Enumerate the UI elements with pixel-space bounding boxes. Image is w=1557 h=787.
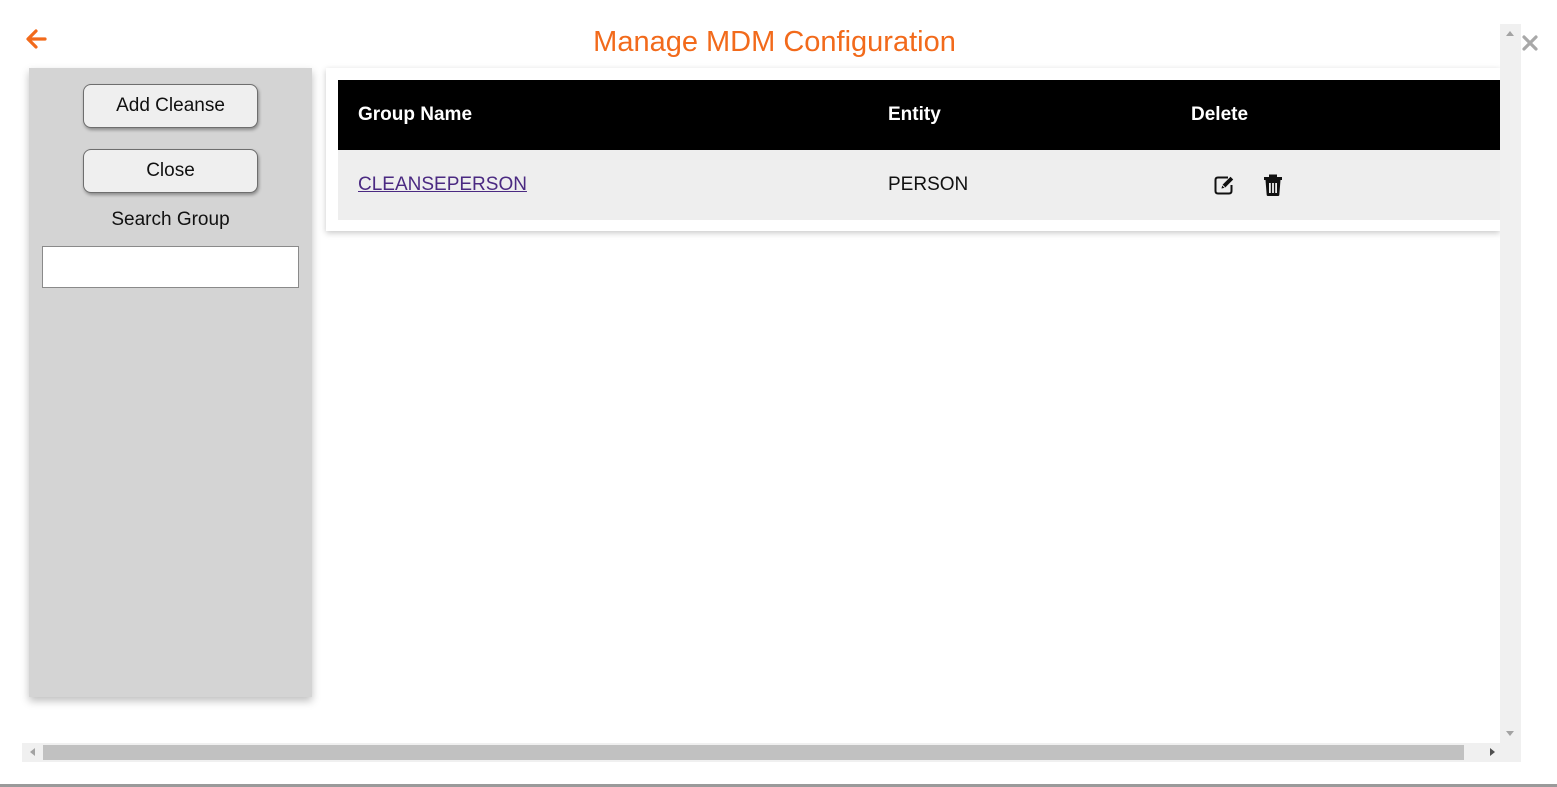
group-table-card: Group Name Entity Delete CLEANSEPERSON P… [326,68,1500,231]
close-icon[interactable] [1521,34,1539,52]
column-header-entity: Entity [888,104,941,125]
search-group-label: Search Group [111,209,230,230]
column-header-group-name: Group Name [358,104,473,125]
scroll-left-arrow-icon[interactable] [30,748,35,756]
close-button[interactable]: Close [83,149,258,193]
column-header-delete: Delete [1191,104,1249,125]
search-group-input[interactable] [42,246,299,288]
sidebar-panel: Add Cleanse Close Search Group [29,68,312,697]
scroll-right-arrow-icon[interactable] [1490,748,1495,756]
page: Manage MDM Configuration Add Cleanse Clo… [0,0,1557,787]
page-title: Manage MDM Configuration [593,26,956,58]
horizontal-scrollbar[interactable] [22,743,1521,762]
group-name-link[interactable]: CLEANSEPERSON [358,150,527,220]
edit-icon[interactable] [1212,173,1236,197]
scroll-down-arrow-icon[interactable] [1506,731,1514,736]
horizontal-scrollbar-thumb[interactable] [43,745,1464,760]
vertical-scrollbar[interactable] [1500,24,1521,743]
entity-cell: PERSON [888,174,969,195]
add-cleanse-button[interactable]: Add Cleanse [83,84,258,128]
trash-icon[interactable] [1262,173,1284,197]
table-header: Group Name Entity Delete [338,80,1500,150]
table-row: CLEANSEPERSON PERSON [338,150,1500,220]
scroll-up-arrow-icon[interactable] [1506,31,1514,36]
